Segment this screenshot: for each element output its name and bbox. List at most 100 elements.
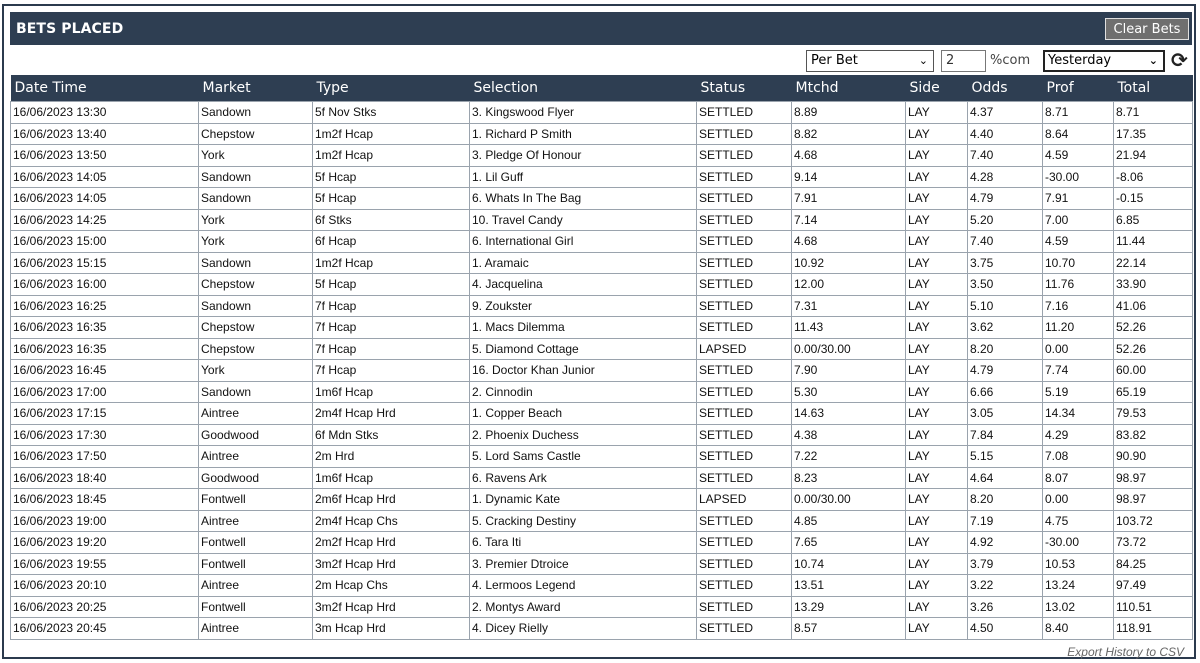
bets-table: Date Time Market Type Selection Status Mtchd S…: [10, 75, 1193, 640]
table-row: 16/06/2023 19:55 Fontwell 3m2f Hcap Hrd 3. …: [10, 552, 1193, 575]
table-cell: 2m Hcap Chs: [312, 574, 470, 597]
table-cell: 16/06/2023 16:35: [10, 316, 199, 339]
table-cell: 16/06/2023 17:50: [10, 445, 199, 468]
table-row: 16/06/2023 18:40 Goodwood 1m6f Hcap 6. Rave…: [10, 466, 1193, 489]
table-cell: SETTLED: [696, 273, 792, 296]
column-header: Type: [312, 75, 470, 102]
table-cell: 7.84: [967, 423, 1043, 446]
table-row: 16/06/2023 16:35 Chepstow 7f Hcap 1. Macs D…: [10, 316, 1193, 339]
table-cell: 4.29: [1042, 423, 1114, 446]
table-cell: 13.02: [1042, 595, 1114, 618]
controls-bar: Per Bet ⌄ 2 %com Yesterday ⌄ ⟳: [4, 48, 1198, 74]
table-cell: 2m6f Hcap Hrd: [312, 488, 470, 511]
table-cell: 16/06/2023 13:50: [10, 144, 199, 167]
table-cell: 11.76: [1042, 273, 1114, 296]
table-cell: LAY: [905, 552, 968, 575]
table-cell: LAY: [905, 423, 968, 446]
table-cell: 7f Hcap: [312, 294, 470, 317]
table-row: 16/06/2023 14:05 Sandown 5f Hcap 6. Whats I…: [10, 187, 1193, 210]
table-cell: SETTLED: [696, 359, 792, 382]
table-cell: 16/06/2023 17:00: [10, 380, 199, 403]
table-cell: 7.19: [967, 509, 1043, 532]
table-row: 16/06/2023 16:45 York 7f Hcap 16. Doctor Kh…: [10, 359, 1193, 382]
table-cell: 6. Ravens Ark: [469, 466, 697, 489]
table-cell: 73.72: [1113, 531, 1193, 554]
table-cell: SETTLED: [696, 144, 792, 167]
table-cell: LAY: [905, 445, 968, 468]
table-cell: 1m2f Hcap: [312, 144, 470, 167]
clear-bets-button[interactable]: Clear Bets: [1105, 18, 1189, 40]
table-cell: 16/06/2023 13:40: [10, 122, 199, 145]
column-header: Odds: [967, 75, 1043, 102]
table-cell: 8.89: [791, 101, 906, 124]
table-cell: York: [198, 144, 313, 167]
table-cell: SETTLED: [696, 423, 792, 446]
table-cell: 7.90: [791, 359, 906, 382]
table-cell: 4.59: [1042, 230, 1114, 253]
chevron-down-icon: ⌄: [918, 54, 928, 67]
table-cell: 1. Aramaic: [469, 251, 697, 274]
export-csv-link[interactable]: Export History to CSV: [1067, 645, 1184, 659]
table-cell: 7.74: [1042, 359, 1114, 382]
table-cell: 7.65: [791, 531, 906, 554]
table-cell: LAY: [905, 595, 968, 618]
table-cell: 7f Hcap: [312, 337, 470, 360]
table-cell: 52.26: [1113, 337, 1193, 360]
table-cell: 7.91: [1042, 187, 1114, 210]
table-cell: 13.29: [791, 595, 906, 618]
table-cell: 1m6f Hcap: [312, 466, 470, 489]
table-cell: 3. Pledge Of Honour: [469, 144, 697, 167]
table-cell: 90.90: [1113, 445, 1193, 468]
table-cell: Sandown: [198, 165, 313, 188]
table-cell: 110.51: [1113, 595, 1193, 618]
table-cell: Fontwell: [198, 595, 313, 618]
table-cell: 16/06/2023 15:00: [10, 230, 199, 253]
table-cell: 16/06/2023 17:15: [10, 402, 199, 425]
table-cell: 84.25: [1113, 552, 1193, 575]
table-cell: 103.72: [1113, 509, 1193, 532]
table-cell: LAY: [905, 273, 968, 296]
table-cell: LAY: [905, 316, 968, 339]
table-cell: 4.92: [967, 531, 1043, 554]
table-row: 16/06/2023 13:30 Sandown 5f Nov Stks 3. Kin…: [10, 101, 1193, 124]
table-cell: 6f Stks: [312, 208, 470, 231]
table-row: 16/06/2023 18:45 Fontwell 2m6f Hcap Hrd 1. …: [10, 488, 1193, 511]
table-cell: 8.71: [1042, 101, 1114, 124]
table-cell: 16/06/2023 16:35: [10, 337, 199, 360]
table-cell: SETTLED: [696, 122, 792, 145]
table-cell: 65.19: [1113, 380, 1193, 403]
table-cell: SETTLED: [696, 230, 792, 253]
stake-mode-select[interactable]: Per Bet ⌄: [806, 50, 934, 72]
table-cell: 1m2f Hcap: [312, 122, 470, 145]
table-cell: Chepstow: [198, 316, 313, 339]
column-header: Side: [905, 75, 968, 102]
table-cell: 4.68: [791, 230, 906, 253]
table-cell: LAY: [905, 466, 968, 489]
table-cell: 16/06/2023 14:05: [10, 165, 199, 188]
table-cell: 8.07: [1042, 466, 1114, 489]
table-cell: Fontwell: [198, 488, 313, 511]
table-cell: 7.08: [1042, 445, 1114, 468]
column-header: Date Time: [10, 75, 199, 102]
table-cell: 2m Hrd: [312, 445, 470, 468]
table-cell: SETTLED: [696, 165, 792, 188]
table-cell: 5.10: [967, 294, 1043, 317]
table-cell: Aintree: [198, 617, 313, 640]
table-cell: 5. Lord Sams Castle: [469, 445, 697, 468]
refresh-icon[interactable]: ⟳: [1171, 48, 1188, 72]
column-header: Total: [1113, 75, 1193, 102]
table-cell: 4.38: [791, 423, 906, 446]
period-select[interactable]: Yesterday ⌄: [1043, 50, 1165, 72]
column-header: Prof: [1042, 75, 1114, 102]
table-cell: 10.92: [791, 251, 906, 274]
commission-input[interactable]: 2: [941, 50, 986, 72]
table-row: 16/06/2023 17:30 Goodwood 6f Mdn Stks 2. Ph…: [10, 423, 1193, 446]
table-cell: LAPSED: [696, 337, 792, 360]
table-cell: LAY: [905, 509, 968, 532]
table-cell: Chepstow: [198, 337, 313, 360]
table-cell: LAY: [905, 294, 968, 317]
table-row: 16/06/2023 20:45 Aintree 3m Hcap Hrd 4. Dic…: [10, 617, 1193, 640]
table-cell: 7.00: [1042, 208, 1114, 231]
table-row: 16/06/2023 17:15 Aintree 2m4f Hcap Hrd 1. C…: [10, 402, 1193, 425]
table-cell: Sandown: [198, 101, 313, 124]
